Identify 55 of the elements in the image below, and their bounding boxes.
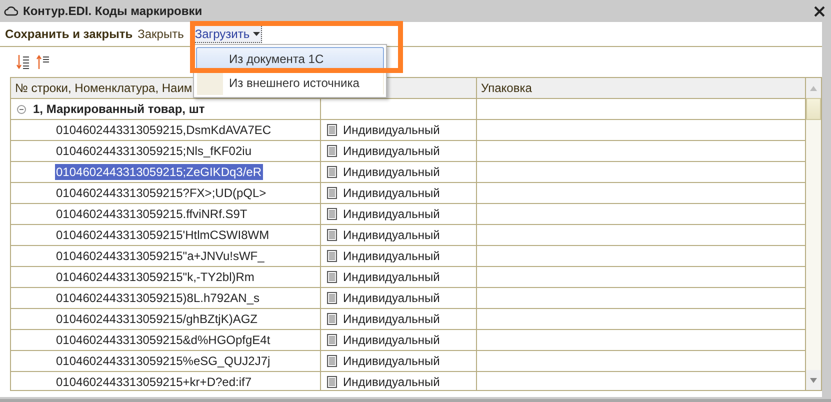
caret-icon bbox=[252, 32, 260, 36]
document-icon bbox=[327, 187, 337, 199]
collapse-icon[interactable] bbox=[17, 104, 26, 114]
menu-item[interactable]: Из внешнего источника bbox=[196, 71, 384, 95]
document-icon bbox=[327, 250, 337, 262]
table-cell[interactable]: 0104602443313059215'HtlmCSWI8WM bbox=[55, 227, 270, 243]
window-title: Контур.EDI. Коды маркировки bbox=[23, 4, 204, 18]
table-cell: Индивидуальный bbox=[343, 144, 440, 158]
toolbar-button[interactable]: Закрыть bbox=[136, 25, 186, 43]
document-icon bbox=[327, 376, 337, 388]
table-cell[interactable]: 0104602443313059215)8L.h792AN_s bbox=[55, 290, 261, 306]
table-cell[interactable]: 0104602443313059215;ZeGIKDq3/eR bbox=[55, 164, 262, 180]
table-cell: Индивидуальный bbox=[343, 270, 440, 284]
table-cell: Индивидуальный bbox=[343, 165, 440, 179]
document-icon bbox=[327, 166, 337, 178]
table-cell[interactable]: 0104602443313059215,DsmKdAVA7EC bbox=[55, 122, 272, 138]
toolbar-button[interactable]: Загрузить bbox=[192, 25, 262, 43]
table-cell: Индивидуальный bbox=[343, 354, 440, 368]
vertical-scrollbar[interactable] bbox=[805, 78, 821, 390]
scroll-down-icon[interactable] bbox=[810, 378, 817, 382]
table-cell[interactable]: 0104602443313059215/ghBZtjK)AGZ bbox=[55, 311, 258, 327]
document-icon bbox=[327, 313, 337, 325]
toolbar-button[interactable]: Сохранить и закрыть bbox=[3, 25, 135, 43]
table-cell: Индивидуальный bbox=[343, 249, 440, 263]
table-cell[interactable]: 0104602443313059215;Nls_fKF02iu bbox=[55, 143, 252, 159]
document-icon bbox=[327, 334, 337, 346]
close-icon[interactable] bbox=[814, 6, 825, 16]
table-cell: Индивидуальный bbox=[343, 291, 440, 305]
table-cell[interactable]: 0104602443313059215.ffviNRf.S9T bbox=[55, 206, 248, 222]
table-cell: Индивидуальный bbox=[343, 123, 440, 137]
table-cell[interactable]: 0104602443313059215"a+JNVu!sWF_ bbox=[55, 248, 266, 264]
table-cell: Индивидуальный bbox=[343, 207, 440, 221]
table-cell[interactable]: 0104602443313059215+kr+D?ed:if7 bbox=[55, 374, 253, 390]
table-cell: Индивидуальный bbox=[343, 186, 440, 200]
table-cell: Индивидуальный bbox=[343, 333, 440, 347]
scrollbar-thumb[interactable] bbox=[806, 98, 821, 120]
table-cell[interactable]: 0104602443313059215&d%HGOpfgE4t bbox=[55, 332, 272, 348]
sort-descending-icon[interactable] bbox=[16, 54, 30, 70]
document-icon bbox=[327, 145, 337, 157]
document-icon bbox=[327, 355, 337, 367]
document-icon bbox=[327, 292, 337, 304]
cloud-icon bbox=[4, 6, 18, 16]
sort-ascending-icon[interactable] bbox=[36, 54, 50, 70]
document-icon bbox=[327, 229, 337, 241]
document-icon bbox=[327, 208, 337, 220]
table-cell: Индивидуальный bbox=[343, 228, 440, 242]
column-header[interactable]: Упаковка bbox=[477, 78, 805, 98]
table-cell[interactable]: 0104602443313059215?FX>;UD(pQL> bbox=[55, 185, 268, 201]
table-cell: Индивидуальный bbox=[343, 375, 440, 389]
document-icon bbox=[327, 271, 337, 283]
group-label: 1, Маркированный товар, шт bbox=[33, 102, 205, 116]
table-cell[interactable]: 0104602443313059215%eSG_QUJ2J7j bbox=[55, 353, 272, 369]
document-icon bbox=[327, 124, 337, 136]
table-cell: Индивидуальный bbox=[343, 312, 440, 326]
table-cell[interactable]: 0104602443313059215"k,-TY2bl)Rm bbox=[55, 269, 256, 285]
